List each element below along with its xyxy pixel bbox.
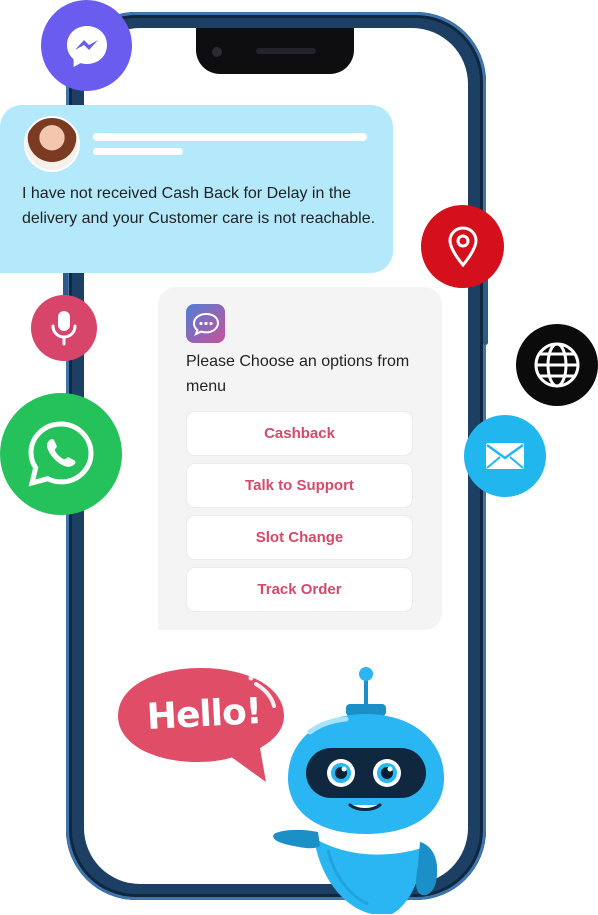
placeholder-line bbox=[93, 133, 367, 141]
option-talk-to-support-button[interactable]: Talk to Support bbox=[187, 464, 412, 507]
messenger-icon[interactable] bbox=[41, 0, 132, 91]
placeholder-line bbox=[93, 148, 183, 155]
bot-prompt-text: Please Choose an options from menu bbox=[186, 353, 410, 395]
option-track-order-button[interactable]: Track Order bbox=[187, 568, 412, 611]
camera-dot bbox=[212, 47, 222, 57]
microphone-icon[interactable] bbox=[31, 295, 97, 361]
chat-bot-icon bbox=[186, 304, 225, 343]
whatsapp-icon[interactable] bbox=[0, 393, 122, 515]
location-pin-icon[interactable] bbox=[421, 205, 504, 288]
hello-text: Hello! bbox=[145, 691, 263, 738]
user-message-text: I have not received Cash Back for Delay … bbox=[22, 185, 376, 227]
phone-notch bbox=[196, 28, 354, 74]
speaker-slot bbox=[256, 48, 316, 54]
option-cashback-button[interactable]: Cashback bbox=[187, 412, 412, 455]
globe-icon[interactable] bbox=[516, 324, 598, 406]
email-icon[interactable] bbox=[464, 415, 546, 497]
option-slot-change-button[interactable]: Slot Change bbox=[187, 516, 412, 559]
user-avatar bbox=[24, 116, 80, 172]
robot-mascot bbox=[273, 667, 444, 914]
